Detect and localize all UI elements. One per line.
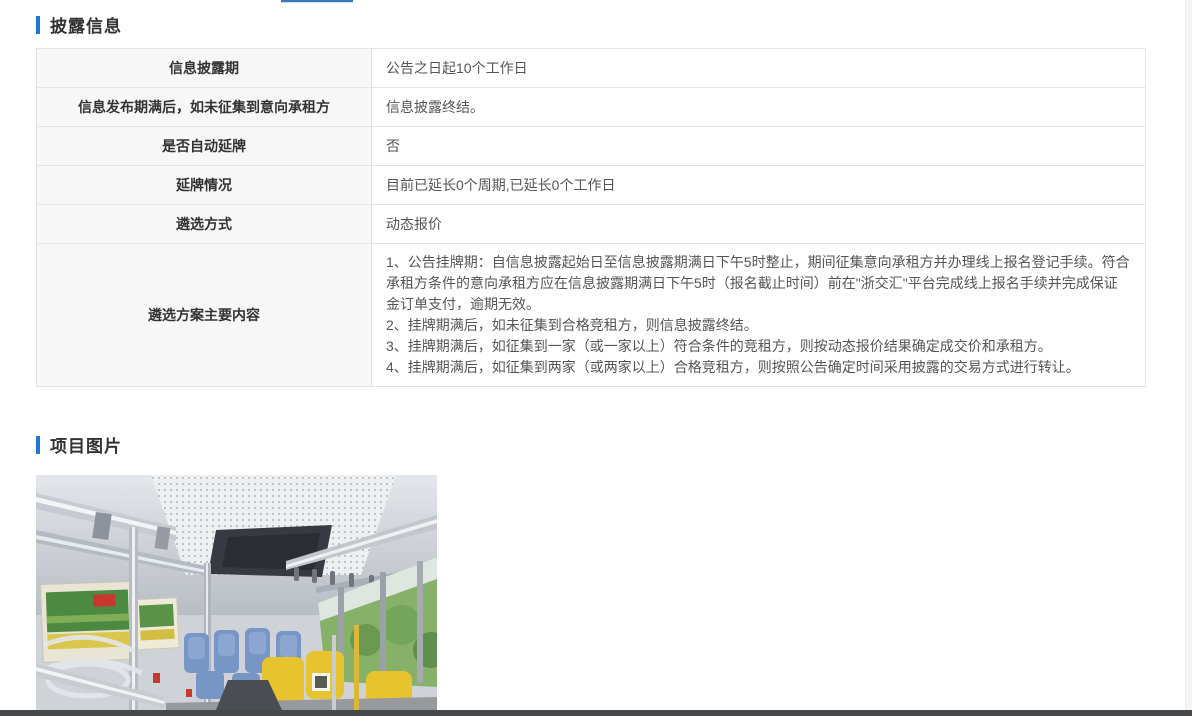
- clause-line: 4、挂牌期满后，如征集到两家（或两家以上）合格竞租方，则按照公告确定时间采用披露…: [386, 357, 1131, 378]
- table-row: 信息发布期满后，如未征集到意向承租方 信息披露终结。: [37, 88, 1146, 127]
- clause-line: 2、挂牌期满后，如未征集到合格竞租方，则信息披露终结。: [386, 315, 1131, 336]
- table-row: 信息披露期 公告之日起10个工作日: [37, 49, 1146, 88]
- row-value: 目前已延长0个周期,已延长0个工作日: [372, 166, 1146, 205]
- row-value: 动态报价: [372, 205, 1146, 244]
- row-label: 延牌情况: [37, 166, 372, 205]
- table-row: 延牌情况 目前已延长0个周期,已延长0个工作日: [37, 166, 1146, 205]
- active-tab-indicator: [281, 0, 353, 3]
- section-title-text: 项目图片: [50, 432, 122, 457]
- row-label: 是否自动延牌: [37, 127, 372, 166]
- bus-interior-photo[interactable]: [36, 475, 437, 710]
- table-row: 是否自动延牌 否: [37, 127, 1146, 166]
- section-title-project-images: 项目图片: [36, 432, 122, 457]
- row-label: 遴选方案主要内容: [37, 244, 372, 387]
- selection-plan-clauses: 1、公告挂牌期：自信息披露起始日至信息披露期满日下午5时整止，期间征集意向承租方…: [386, 252, 1131, 378]
- row-value: 否: [372, 127, 1146, 166]
- row-value: 1、公告挂牌期：自信息披露起始日至信息披露期满日下午5时整止，期间征集意向承租方…: [372, 244, 1146, 387]
- disclosure-table: 信息披露期 公告之日起10个工作日 信息发布期满后，如未征集到意向承租方 信息披…: [36, 48, 1146, 387]
- page: 披露信息 信息披露期 公告之日起10个工作日 信息发布期满后，如未征集到意向承租…: [0, 0, 1192, 716]
- row-value: 公告之日起10个工作日: [372, 49, 1146, 88]
- table-row: 遴选方案主要内容 1、公告挂牌期：自信息披露起始日至信息披露期满日下午5时整止，…: [37, 244, 1146, 387]
- row-label: 信息披露期: [37, 49, 372, 88]
- section-title-text: 披露信息: [50, 12, 122, 37]
- row-label: 遴选方式: [37, 205, 372, 244]
- window-bottom-edge: [0, 710, 1192, 716]
- table-row: 遴选方式 动态报价: [37, 205, 1146, 244]
- clause-line: 1、公告挂牌期：自信息披露起始日至信息披露期满日下午5时整止，期间征集意向承租方…: [386, 252, 1131, 315]
- title-accent-bar: [36, 436, 40, 454]
- row-label: 信息发布期满后，如未征集到意向承租方: [37, 88, 372, 127]
- scrollbar-track[interactable]: [1185, 0, 1192, 716]
- row-value: 信息披露终结。: [372, 88, 1146, 127]
- clause-line: 3、挂牌期满后，如征集到一家（或一家以上）符合条件的竞租方，则按动态报价结果确定…: [386, 336, 1131, 357]
- title-accent-bar: [36, 16, 40, 34]
- section-title-disclosure: 披露信息: [36, 12, 122, 37]
